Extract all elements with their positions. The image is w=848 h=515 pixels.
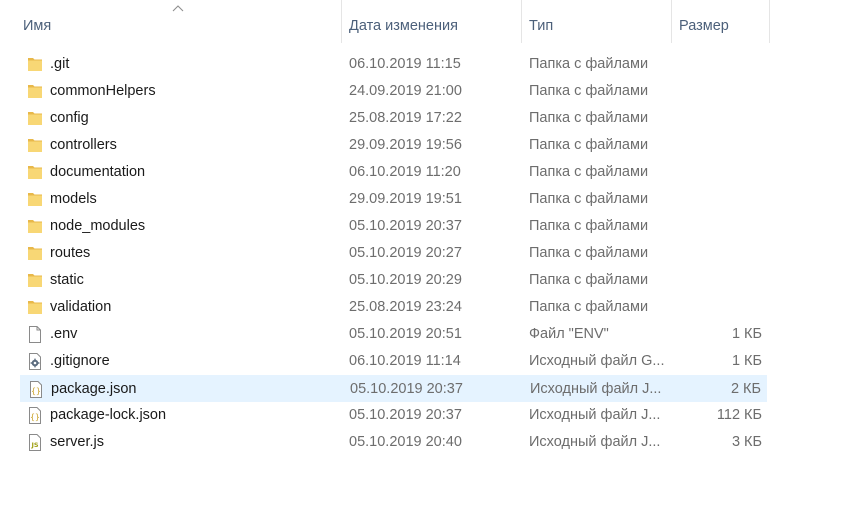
column-header-date[interactable]: Дата изменения [341,0,521,43]
file-row[interactable]: validation 25.08.2019 23:24 Папка с файлам… [20,294,767,321]
file-type: Папка с файлами [529,218,649,234]
file-date: 25.08.2019 23:24 [349,299,462,315]
file-row[interactable]: config 25.08.2019 17:22 Папка с файлами [20,105,767,132]
folder-icon [27,163,43,182]
file-row[interactable]: .git 06.10.2019 11:15 Папка с файлами [20,51,767,78]
sort-ascending-icon [172,5,184,12]
file-date: 05.10.2019 20:27 [349,245,462,261]
file-row[interactable]: documentation 06.10.2019 11:20 Папка с фай… [20,159,767,186]
folder-icon [27,109,43,128]
file-type: Исходный файл G... [529,353,665,369]
file-row[interactable]: controllers 29.09.2019 19:56 Папка с файла… [20,132,767,159]
file-row[interactable]: JS server.js 05.10.2019 20:40 Исходный файл… [20,429,767,456]
file-type: Файл "ENV" [529,326,609,342]
json-file-icon: {} [28,380,44,399]
file-type: Папка с файлами [529,137,649,153]
file-type: Папка с файлами [529,299,649,315]
file-row[interactable]: {} package-lock.json 05.10.2019 20:37 Исход… [20,402,767,429]
column-header-bar: Имя Дата изменения Тип Размер [0,0,848,43]
gear-file-icon [27,352,43,371]
file-date: 06.10.2019 11:15 [349,56,461,72]
column-header-date-label: Дата изменения [349,18,458,34]
file-name: models [50,191,97,207]
file-name: package-lock.json [50,407,167,423]
column-header-type-label: Тип [529,18,554,34]
json-file-icon: {} [27,406,43,425]
file-name: controllers [50,137,117,153]
svg-text:{}: {} [31,387,41,396]
folder-icon [27,271,43,290]
file-row[interactable]: .gitignore 06.10.2019 11:14 Исходный файл … [20,348,767,375]
column-header-type[interactable]: Тип [521,0,671,43]
file-type: Папка с файлами [529,272,649,288]
file-date: 29.09.2019 19:51 [349,191,462,207]
svg-text:JS: JS [30,441,38,449]
folder-icon [27,244,43,263]
file-size: 3 КБ [731,434,762,450]
file-type: Исходный файл J... [529,434,661,450]
file-date: 05.10.2019 20:29 [349,272,462,288]
file-date: 06.10.2019 11:14 [349,353,461,369]
file-name: config [50,110,89,126]
file-date: 05.10.2019 20:40 [349,434,462,450]
column-header-name-label: Имя [23,18,52,34]
file-type: Папка с файлами [529,245,649,261]
file-name: validation [50,299,112,315]
column-divider[interactable] [769,0,770,43]
file-size: 112 КБ [716,407,762,423]
folder-icon [27,298,43,317]
file-name: .env [50,326,78,342]
file-type: Папка с файлами [529,164,649,180]
file-date: 05.10.2019 20:37 [350,381,463,397]
column-header-size[interactable]: Размер [671,0,769,43]
file-name: routes [50,245,91,261]
svg-text:{}: {} [30,413,40,422]
file-row[interactable]: static 05.10.2019 20:29 Папка с файлами [20,267,767,294]
file-type: Папка с файлами [529,83,649,99]
file-row[interactable]: models 29.09.2019 19:51 Папка с файлами [20,186,767,213]
file-name: commonHelpers [50,83,156,99]
file-date: 05.10.2019 20:37 [349,407,462,423]
file-row[interactable]: routes 05.10.2019 20:27 Папка с файлами [20,240,767,267]
file-date: 05.10.2019 20:37 [349,218,462,234]
file-row[interactable]: .env 05.10.2019 20:51 Файл "ENV" 1 КБ [20,321,767,348]
file-type: Папка с файлами [529,191,649,207]
file-name: node_modules [50,218,146,234]
file-date: 29.09.2019 19:56 [349,137,462,153]
file-name: static [50,272,84,288]
file-size: 2 КБ [730,381,761,397]
file-date: 06.10.2019 11:20 [349,164,461,180]
file-row[interactable]: node_modules 05.10.2019 20:37 Папка с файл… [20,213,767,240]
file-row[interactable]: commonHelpers 24.09.2019 21:00 Папка с фай… [20,78,767,105]
folder-icon [27,55,43,74]
file-type: Папка с файлами [529,110,649,126]
file-row[interactable]: {} package.json 05.10.2019 20:37 Исходный ф… [20,375,767,402]
file-name: package.json [51,381,137,397]
file-size: 1 КБ [731,353,762,369]
file-type: Папка с файлами [529,56,649,72]
file-date: 05.10.2019 20:51 [349,326,462,342]
file-type: Исходный файл J... [529,407,661,423]
file-name: .gitignore [50,353,110,369]
file-type: Исходный файл J... [530,381,662,397]
folder-icon [27,82,43,101]
file-name: .git [50,56,70,72]
folder-icon [27,190,43,209]
folder-icon [27,217,43,236]
file-date: 25.08.2019 17:22 [349,110,462,126]
file-name: documentation [50,164,146,180]
file-date: 24.09.2019 21:00 [349,83,462,99]
file-size: 1 КБ [731,326,762,342]
folder-icon [27,136,43,155]
blank-file-icon [27,325,43,344]
file-name: server.js [50,434,104,450]
js-file-icon: JS [27,433,43,452]
column-header-size-label: Размер [679,18,729,34]
